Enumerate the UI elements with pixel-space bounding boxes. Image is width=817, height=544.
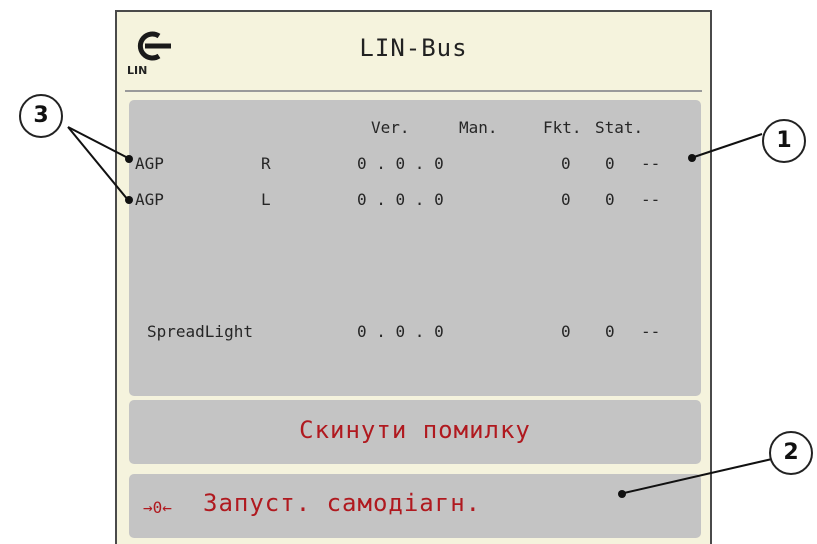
header: LIN LIN-Bus <box>117 12 710 90</box>
row-status-code: 0 <box>605 154 615 173</box>
row-name: SpreadLight <box>147 322 253 341</box>
row-side: R <box>261 154 271 173</box>
lin-bus-screen: LIN LIN-Bus Ver. Man. Fkt. Stat. AGP R 0… <box>115 10 712 544</box>
row-status-code: 0 <box>605 190 615 209</box>
row-function: 0 <box>561 154 571 173</box>
row-status: -- <box>641 154 661 173</box>
row-function: 0 <box>561 190 571 209</box>
reset-error-label: Скинути помилку <box>299 416 531 444</box>
row-status-code: 0 <box>605 322 615 341</box>
page-title: LIN-Bus <box>359 34 468 62</box>
lin-status-table: Ver. Man. Fkt. Stat. AGP R 0 . 0 . 0 0 0… <box>129 100 701 396</box>
row-status: -- <box>641 322 661 341</box>
lin-icon-label: LIN <box>127 64 148 77</box>
self-diagnosis-label: Запуст. самодіагн. <box>203 489 482 517</box>
row-version: 0 . 0 . 0 <box>357 322 444 341</box>
row-version: 0 . 0 . 0 <box>357 190 444 209</box>
reset-error-button[interactable]: Скинути помилку <box>129 400 701 464</box>
column-header-ver: Ver. <box>371 118 410 137</box>
row-status: -- <box>641 190 661 209</box>
row-name: AGP <box>135 190 164 209</box>
diagnosis-icon: →0← <box>143 498 172 517</box>
header-divider <box>125 90 702 92</box>
row-function: 0 <box>561 322 571 341</box>
callout-3: 3 <box>19 94 63 138</box>
self-diagnosis-button[interactable]: →0← Запуст. самодіагн. <box>129 474 701 538</box>
row-version: 0 . 0 . 0 <box>357 154 444 173</box>
row-name: AGP <box>135 154 164 173</box>
callout-1: 1 <box>762 119 806 163</box>
column-header-stat: Stat. <box>595 118 644 137</box>
row-side: L <box>261 190 271 209</box>
column-header-man: Man. <box>459 118 498 137</box>
callout-2: 2 <box>769 431 813 475</box>
column-header-fkt: Fkt. <box>543 118 582 137</box>
